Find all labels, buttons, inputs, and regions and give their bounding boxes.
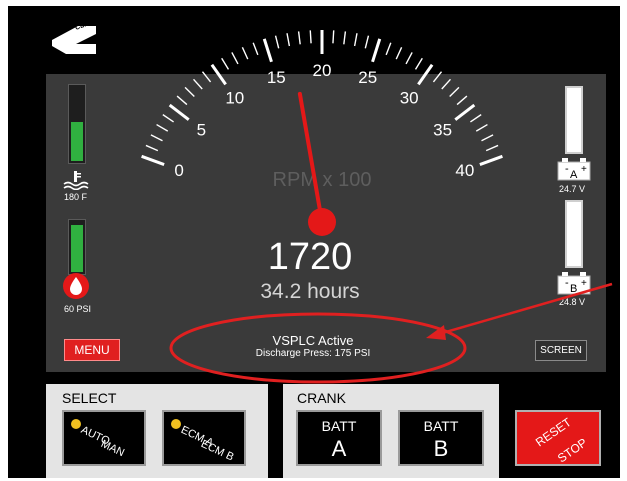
minor-tick	[449, 86, 460, 98]
major-tick	[262, 38, 273, 63]
rpm-needle-hub	[308, 208, 336, 236]
tick-label: 30	[400, 88, 419, 107]
major-tick	[168, 103, 190, 121]
minor-tick	[485, 144, 499, 152]
rpm-gauge-tick-labels: 0 5 10 15 20 25 30 35 40	[174, 61, 474, 180]
minor-tick	[309, 30, 312, 44]
minor-tick	[456, 95, 468, 106]
minor-tick	[481, 134, 494, 142]
minor-tick	[162, 114, 174, 123]
batt-b-bottom-label: B	[433, 436, 449, 461]
tick-label: 10	[225, 88, 244, 107]
minor-tick	[286, 33, 291, 47]
tick-label: 0	[174, 161, 183, 180]
batt-a-bottom-label: A	[331, 436, 347, 461]
rpm-readout: 1720	[267, 236, 353, 278]
ecm-a-indicator-light	[171, 419, 181, 429]
auto-man-button[interactable]: AUTO MAN	[62, 410, 146, 466]
rpm-needle	[297, 91, 324, 224]
screen-button[interactable]: SCREEN	[535, 340, 587, 361]
minor-tick	[156, 123, 169, 132]
major-tick	[371, 38, 382, 63]
minor-tick	[241, 46, 249, 60]
minor-tick	[432, 71, 443, 83]
minor-tick	[395, 46, 403, 60]
engine-hours-readout: 34.2 hours	[260, 280, 360, 303]
minor-tick	[231, 52, 239, 65]
minor-tick	[297, 31, 301, 45]
man-label: MAN	[98, 438, 127, 460]
minor-tick	[145, 144, 159, 152]
minor-tick	[176, 95, 188, 106]
minor-tick	[470, 114, 482, 123]
minor-tick	[364, 35, 370, 49]
tick-label: 20	[313, 61, 332, 80]
auto-indicator-light	[71, 419, 81, 429]
major-tick	[454, 103, 476, 121]
minor-tick	[343, 31, 347, 45]
minor-tick	[441, 78, 451, 90]
discharge-pressure-text: Discharge Press: 175 PSI	[255, 348, 371, 359]
stop-label: STOP	[555, 435, 590, 466]
rpm-gauge-ticks	[141, 30, 503, 166]
rpm-unit-label: RPM x 100	[273, 169, 372, 191]
ecm-select-button[interactable]: ECM A ECM B	[162, 410, 246, 466]
minor-tick	[150, 134, 163, 142]
minor-tick	[201, 71, 212, 83]
tick-label: 5	[197, 120, 206, 139]
minor-tick	[221, 57, 230, 70]
menu-button[interactable]: MENU	[64, 339, 120, 361]
tick-label: 15	[267, 68, 286, 87]
minor-tick	[405, 52, 413, 65]
crank-group-label: CRANK	[297, 390, 347, 406]
minor-tick	[274, 35, 280, 49]
minor-tick	[193, 78, 203, 90]
crank-batt-b-button[interactable]: BATT B	[398, 410, 484, 466]
minor-tick	[184, 86, 195, 98]
status-title: VSPLC Active	[272, 333, 354, 348]
major-tick	[417, 63, 434, 86]
minor-tick	[252, 42, 259, 56]
minor-tick	[332, 30, 335, 44]
tick-label: 35	[433, 120, 452, 139]
select-group-label: SELECT	[62, 390, 117, 406]
tick-label: 40	[455, 161, 474, 180]
major-tick	[479, 154, 503, 166]
batt-b-top-label: BATT	[423, 418, 459, 434]
crank-batt-a-button[interactable]: BATT A	[296, 410, 382, 466]
batt-a-top-label: BATT	[321, 418, 357, 434]
tick-label: 25	[358, 68, 377, 87]
reset-stop-button[interactable]: RESET STOP	[515, 410, 601, 466]
major-tick	[141, 154, 165, 166]
minor-tick	[475, 123, 488, 132]
ecm-b-label: ECM B	[198, 438, 236, 464]
major-tick	[210, 63, 227, 86]
minor-tick	[414, 57, 423, 70]
minor-tick	[353, 33, 358, 47]
minor-tick	[385, 42, 392, 56]
